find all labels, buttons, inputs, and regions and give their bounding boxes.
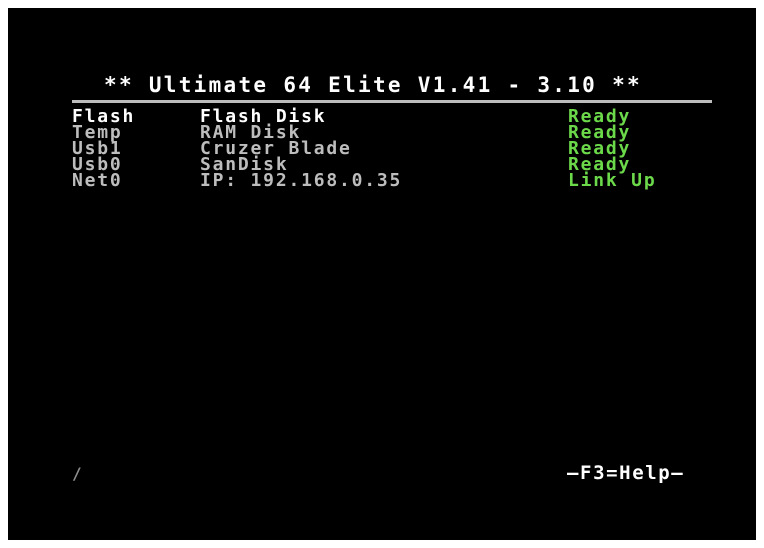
path-indicator: / [72,464,82,483]
device-name: Net0 [72,170,123,191]
device-description: IP: 192.168.0.35 [200,170,403,191]
menu-title: ** Ultimate 64 Elite V1.41 - 3.10 ** [104,73,642,97]
help-hint[interactable]: —F3=Help— [567,462,684,484]
title-divider [72,100,712,103]
ultimate64-menu-screen: ** Ultimate 64 Elite V1.41 - 3.10 ** Fla… [8,8,756,540]
device-status: Link Up [568,170,657,191]
device-row-net0[interactable]: Net0 IP: 192.168.0.35 Link Up [72,170,655,191]
